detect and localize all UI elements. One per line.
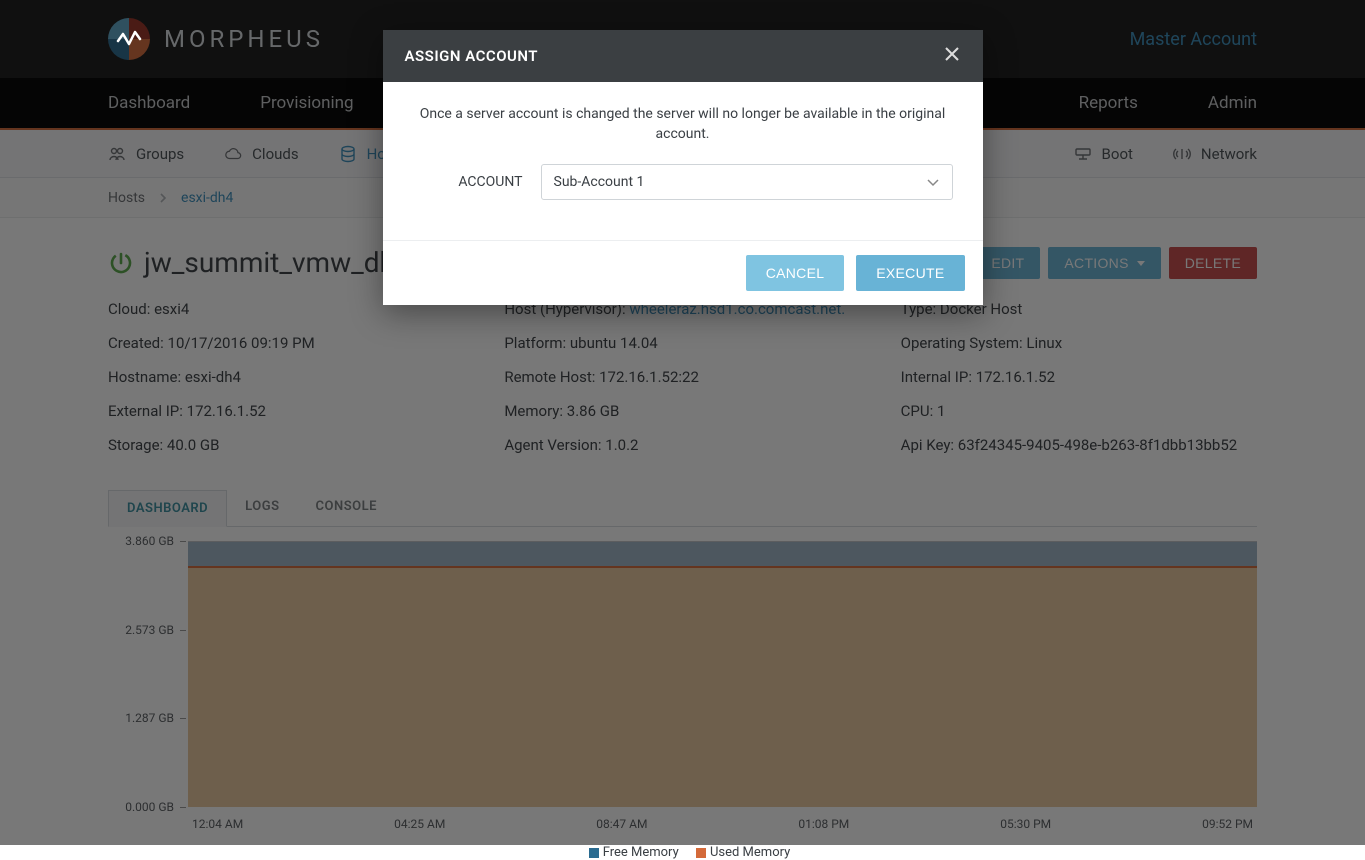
modal-description: Once a server account is changed the ser… bbox=[413, 104, 953, 144]
legend-free: Free Memory bbox=[603, 845, 679, 860]
chevron-down-icon bbox=[926, 177, 940, 187]
legend-used: Used Memory bbox=[710, 845, 790, 860]
modal-overlay: ASSIGN ACCOUNT Once a server account is … bbox=[0, 0, 1365, 845]
execute-button[interactable]: EXECUTE bbox=[856, 255, 964, 291]
cancel-button[interactable]: CANCEL bbox=[746, 255, 845, 291]
account-selected-value: Sub-Account 1 bbox=[554, 174, 645, 190]
modal-title: ASSIGN ACCOUNT bbox=[405, 47, 539, 65]
modal-footer: CANCEL EXECUTE bbox=[383, 240, 983, 305]
chart-legend: Free Memory Used Memory bbox=[108, 845, 1257, 860]
modal-body: Once a server account is changed the ser… bbox=[383, 82, 983, 240]
modal-header: ASSIGN ACCOUNT bbox=[383, 30, 983, 82]
assign-account-modal: ASSIGN ACCOUNT Once a server account is … bbox=[383, 30, 983, 305]
close-icon[interactable] bbox=[943, 44, 961, 69]
account-label: ACCOUNT bbox=[413, 174, 523, 190]
account-select[interactable]: Sub-Account 1 bbox=[541, 164, 953, 200]
legend-swatch-used-icon bbox=[696, 848, 706, 858]
account-field-row: ACCOUNT Sub-Account 1 bbox=[413, 164, 953, 200]
legend-swatch-free-icon bbox=[589, 848, 599, 858]
